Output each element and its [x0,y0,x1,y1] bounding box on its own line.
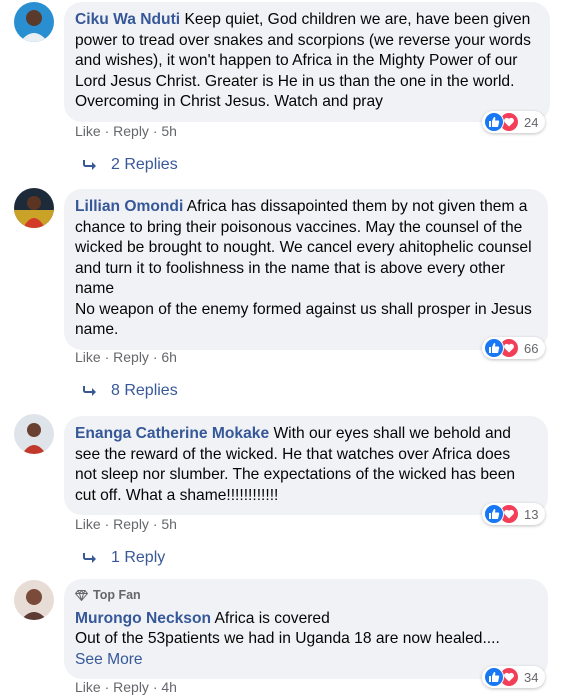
avatar[interactable] [14,2,54,42]
comment-author[interactable]: Enanga Catherine Mokake [75,425,269,442]
reply-arrow-icon [83,386,96,396]
comment-text-line-2: Out of the 53patients we had in Uganda 1… [75,630,500,647]
reply-arrow-icon [83,160,96,170]
comment-actions: Like · Reply · 6h [75,349,177,365]
timestamp[interactable]: 6h [161,349,177,365]
avatar[interactable] [14,188,54,228]
reaction-number: 34 [524,669,539,685]
reaction-number: 13 [524,506,539,522]
timestamp[interactable]: 5h [161,516,177,532]
like-link[interactable]: Like [75,123,101,139]
reaction-count[interactable]: 13 [482,503,546,525]
replies-label: 2 Replies [111,156,178,173]
replies-label: 1 Reply [111,549,166,566]
comment-text: Africa is covered [214,609,330,627]
top-fan-badge: Top Fan [75,585,536,606]
reaction-count[interactable]: 66 [482,337,546,359]
comment-author[interactable]: Lillian Omondi [75,198,183,215]
reaction-number: 24 [524,114,539,130]
see-more-link[interactable]: See More [75,650,536,671]
like-link[interactable]: Like [75,679,101,695]
view-replies-link[interactable]: 2 Replies [82,156,178,174]
comment-actions: Like · Reply · 5h [75,123,177,139]
reply-arrow-icon [83,553,96,563]
timestamp[interactable]: 5h [161,123,177,139]
reply-link[interactable]: Reply [113,349,149,365]
reply-link[interactable]: Reply [113,123,149,139]
top-fan-label: Top Fan [93,588,141,602]
comment-bubble: Lillian Omondi Africa has dissapointed t… [64,189,548,350]
replies-label: 8 Replies [111,382,178,399]
reply-link[interactable]: Reply [113,516,149,532]
like-link[interactable]: Like [75,516,101,532]
comment-author[interactable]: Murongo Neckson [75,610,211,627]
comment-author[interactable]: Ciku Wa Nduti [75,11,180,28]
comment-text-line-2: No weapon of the enemy formed against us… [75,300,532,339]
comment-actions: Like · Reply · 4h [75,679,177,695]
avatar[interactable] [14,580,54,620]
avatar[interactable] [14,414,54,454]
view-replies-link[interactable]: 1 Reply [82,549,165,567]
like-reaction-icon [484,112,504,132]
reaction-number: 66 [524,340,539,356]
view-replies-link[interactable]: 8 Replies [82,382,178,400]
like-reaction-icon [484,667,504,687]
diamond-icon [75,589,88,601]
timestamp[interactable]: 4h [161,679,177,695]
comment-bubble: Enanga Catherine Mokake With our eyes sh… [64,416,548,515]
reply-link[interactable]: Reply [113,679,149,695]
like-reaction-icon [484,338,504,358]
comment-bubble: Top Fan Murongo Neckson Africa is covere… [64,579,548,679]
comment-actions: Like · Reply · 5h [75,516,177,532]
comment-bubble: Ciku Wa Nduti Keep quiet, God children w… [64,2,550,122]
reaction-count[interactable]: 34 [482,666,546,688]
like-reaction-icon [484,504,504,524]
reaction-count[interactable]: 24 [482,111,546,133]
like-link[interactable]: Like [75,349,101,365]
